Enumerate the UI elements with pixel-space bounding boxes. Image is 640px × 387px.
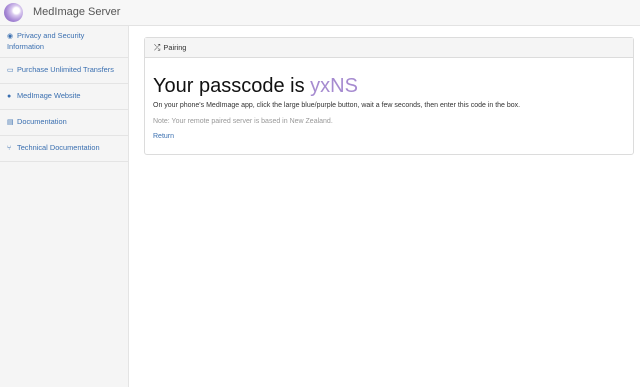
panel-title: Pairing [163,43,187,52]
sidebar-item-label: MedImage Website [17,91,81,100]
panel-header: ⤮ Pairing [145,38,633,58]
shuffle-icon: ⤮ [154,43,161,52]
sidebar-item-label: Technical Documentation [17,143,100,152]
sidebar-item-documentation[interactable]: ▤ Documentation [0,110,128,136]
globe-icon: ● [7,93,12,100]
sidebar-item-label: Privacy and Security Information [7,31,85,51]
server-location-note: Note: Your remote paired server is based… [153,118,333,125]
passcode-prefix: Your passcode is [153,75,311,97]
sidebar-item-privacy[interactable]: ◉ Privacy and Security Information [0,26,128,58]
sidebar: ◉ Privacy and Security Information ▭ Purch… [0,26,129,387]
passcode-heading: Your passcode is yxNS [153,75,358,98]
code-fork-icon: ⑂ [7,145,12,152]
sidebar-item-label: Purchase Unlimited Transfers [17,65,114,74]
app-logo [4,3,23,22]
pairing-panel: ⤮ Pairing Your passcode is yxNS On your p… [144,37,634,155]
credit-card-icon: ▭ [7,67,14,74]
app-title: MedImage Server [33,6,121,18]
sidebar-item-purchase[interactable]: ▭ Purchase Unlimited Transfers [0,58,128,84]
instructions-text: On your phone's MedImage app, click the … [153,102,521,109]
file-icon: ▤ [7,119,14,126]
sidebar-item-website[interactable]: ● MedImage Website [0,84,128,110]
eye-icon: ◉ [7,33,14,40]
return-link[interactable]: Return [153,133,174,140]
sidebar-item-label: Documentation [17,117,67,126]
passcode-value: yxNS [310,75,358,97]
top-bar: MedImage Server [0,0,640,26]
sidebar-item-technical-documentation[interactable]: ⑂ Technical Documentation [0,136,128,162]
